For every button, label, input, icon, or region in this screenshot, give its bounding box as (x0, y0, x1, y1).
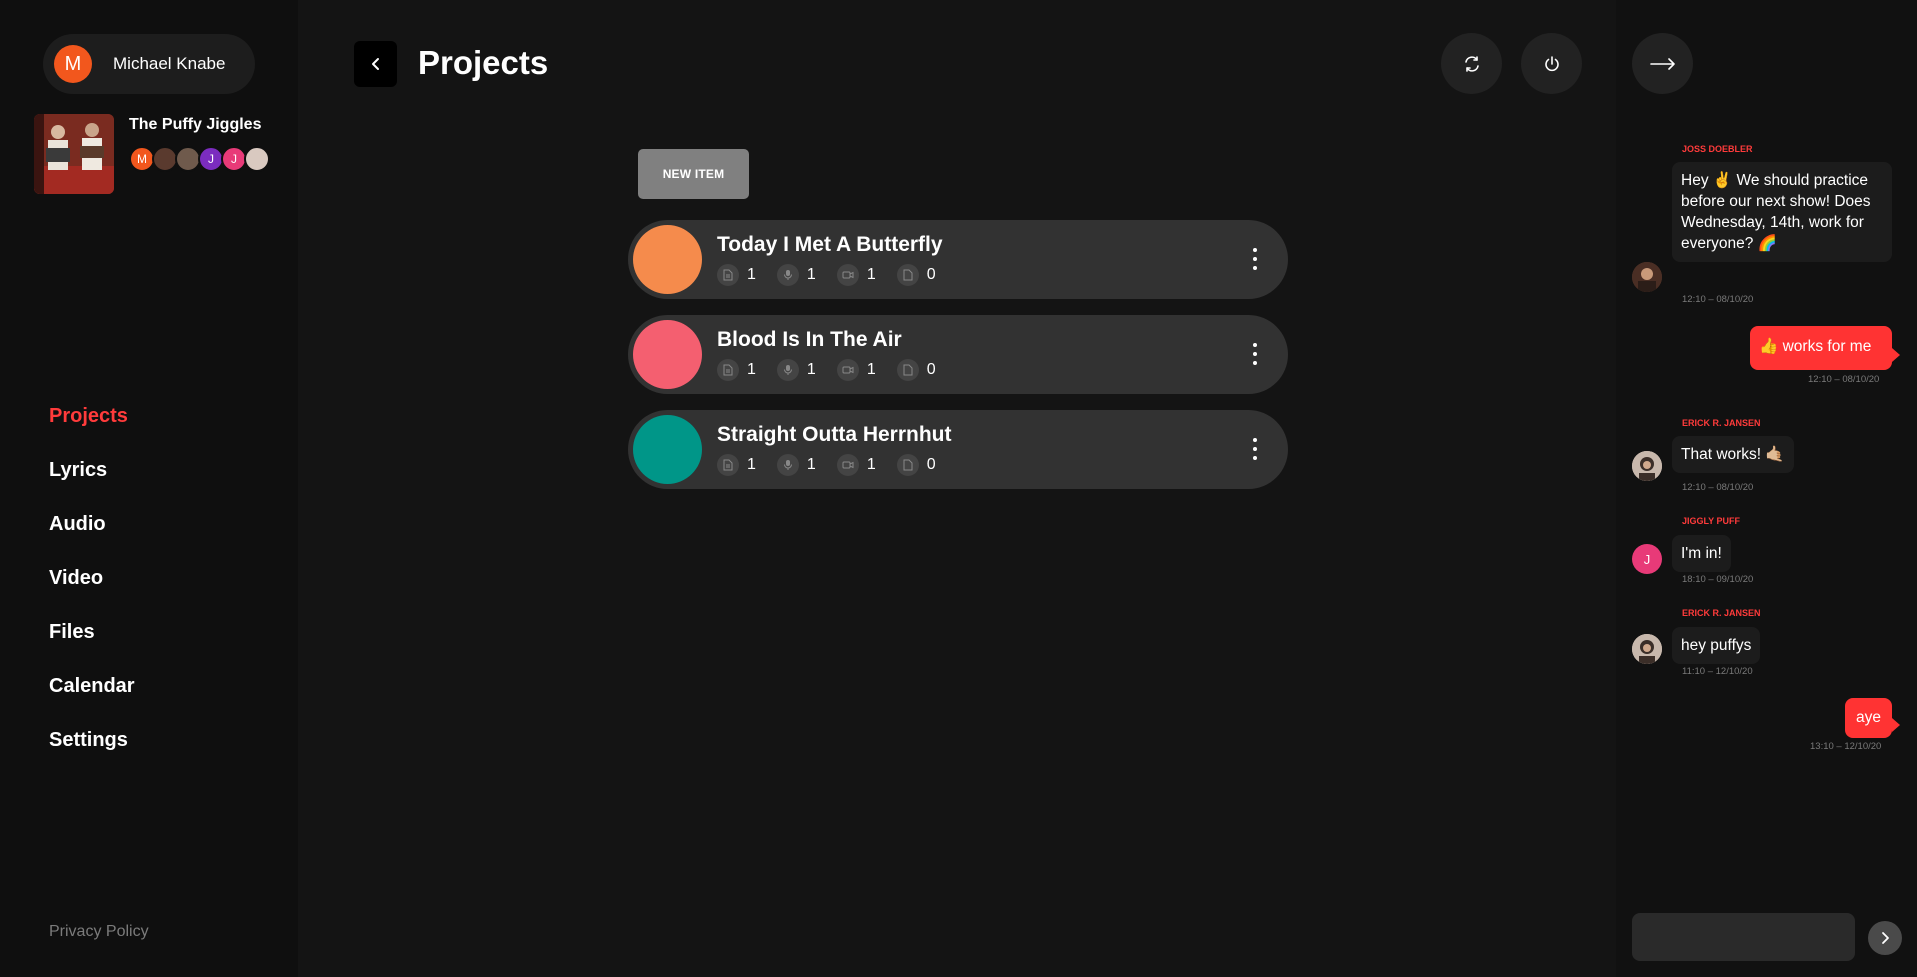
nav-item-files[interactable]: Files (49, 612, 135, 666)
message-time: 18:10 – 09/10/20 (1682, 574, 1754, 585)
band-card[interactable]: The Puffy Jiggles M J J (34, 114, 284, 196)
chat-panel: JOSS DOEBLER Hey ✌️ We should practice b… (1616, 0, 1917, 977)
project-card[interactable]: Straight Outta Herrnhut 1 1 1 0 (628, 410, 1288, 489)
lyrics-icon (717, 264, 739, 286)
file-icon (896, 454, 919, 476)
logout-button[interactable] (1521, 33, 1582, 94)
refresh-button[interactable] (1441, 33, 1502, 94)
message-time: 12:10 – 08/10/20 (1682, 294, 1754, 305)
message-bubble: I'm in! (1672, 535, 1731, 572)
nav-item-projects[interactable]: Projects (49, 396, 135, 450)
message-time: 12:10 – 08/10/20 (1682, 482, 1754, 493)
project-card[interactable]: Today I Met A Butterfly 1 1 1 0 (628, 220, 1288, 299)
message-author: JOSS DOEBLER (1682, 144, 1753, 154)
refresh-icon (1464, 55, 1479, 72)
band-photo (34, 114, 114, 194)
project-stats: 1 1 1 0 (717, 454, 957, 476)
microphone-icon (776, 264, 799, 286)
bubble-tail (1892, 718, 1900, 732)
message-time: 13:10 – 12/10/20 (1810, 741, 1882, 752)
files-count: 0 (926, 266, 936, 283)
video-count: 1 (866, 266, 876, 283)
arrow-right-icon (1649, 57, 1675, 70)
member-avatar (244, 146, 270, 172)
own-message-bubble: 👍 works for me (1750, 326, 1892, 370)
microphone-icon (776, 454, 799, 476)
band-members: M J J (129, 146, 270, 172)
video-count: 1 (866, 456, 876, 473)
video-camera-icon (836, 264, 859, 286)
main-content: Projects NEW ITEM Today I Met A Butterfl… (298, 0, 1616, 977)
own-message-bubble: aye (1845, 698, 1892, 738)
project-card[interactable]: Blood Is In The Air 1 1 1 0 (628, 315, 1288, 394)
lyrics-icon (717, 454, 739, 476)
nav-item-video[interactable]: Video (49, 558, 135, 612)
nav-item-calendar[interactable]: Calendar (49, 666, 135, 720)
message-author: ERICK R. JANSEN (1682, 418, 1761, 428)
file-icon (896, 264, 919, 286)
files-count: 0 (926, 361, 936, 378)
author-avatar (1632, 451, 1662, 481)
sidebar: M Michael Knabe The Puffy Jiggles M J J (0, 0, 298, 977)
message-author: ERICK R. JANSEN (1682, 608, 1761, 618)
message-bubble: Hey ✌️ We should practice before our nex… (1672, 162, 1892, 262)
message-time: 12:10 – 08/10/20 (1808, 374, 1880, 385)
project-name: Blood Is In The Air (717, 328, 902, 351)
project-stats: 1 1 1 0 (717, 264, 957, 286)
author-avatar (1632, 634, 1662, 664)
lyrics-icon (717, 359, 739, 381)
nav-item-lyrics[interactable]: Lyrics (49, 450, 135, 504)
user-avatar: M (54, 45, 92, 83)
bubble-tail (1892, 348, 1900, 362)
lyrics-count: 1 (747, 266, 756, 283)
message-bubble: hey puffys (1672, 627, 1761, 664)
video-camera-icon (836, 454, 859, 476)
chevron-left-icon (371, 58, 379, 70)
chevron-right-icon (1882, 932, 1889, 944)
new-item-button[interactable]: NEW ITEM (638, 149, 749, 199)
file-icon (896, 359, 919, 381)
chat-message-input[interactable] (1632, 913, 1855, 961)
lyrics-count: 1 (747, 361, 756, 378)
more-options-icon[interactable] (1252, 438, 1258, 460)
more-options-icon[interactable] (1252, 248, 1258, 270)
author-avatar (1632, 262, 1662, 292)
video-camera-icon (836, 359, 859, 381)
project-name: Today I Met A Butterfly (717, 233, 943, 256)
lyrics-count: 1 (747, 456, 756, 473)
message-bubble: That works! 🤙🏼 (1672, 436, 1794, 473)
message-author: JIGGLY PUFF (1682, 516, 1741, 526)
author-avatar: J (1632, 544, 1662, 574)
video-count: 1 (866, 361, 876, 378)
nav-item-settings[interactable]: Settings (49, 720, 135, 774)
page-title: Projects (418, 44, 549, 81)
audio-count: 1 (806, 361, 816, 378)
audio-count: 1 (806, 266, 816, 283)
collapse-chat-button[interactable] (1632, 33, 1693, 94)
more-options-icon[interactable] (1252, 343, 1258, 365)
band-name: The Puffy Jiggles (129, 116, 262, 133)
project-color-dot (633, 225, 702, 294)
user-menu[interactable]: M Michael Knabe (43, 34, 255, 94)
main-nav: Projects Lyrics Audio Video Files Calend… (49, 396, 135, 774)
audio-count: 1 (806, 456, 816, 473)
project-name: Straight Outta Herrnhut (717, 423, 952, 446)
project-color-dot (633, 320, 702, 389)
files-count: 0 (926, 456, 936, 473)
user-name: Michael Knabe (113, 54, 226, 73)
microphone-icon (776, 359, 799, 381)
back-button[interactable] (354, 41, 397, 87)
message-time: 11:10 – 12/10/20 (1682, 666, 1753, 677)
nav-item-audio[interactable]: Audio (49, 504, 135, 558)
power-icon (1544, 55, 1559, 71)
project-stats: 1 1 1 0 (717, 359, 957, 381)
privacy-policy-link[interactable]: Privacy Policy (49, 923, 149, 941)
send-button[interactable] (1868, 921, 1902, 955)
project-color-dot (633, 415, 702, 484)
